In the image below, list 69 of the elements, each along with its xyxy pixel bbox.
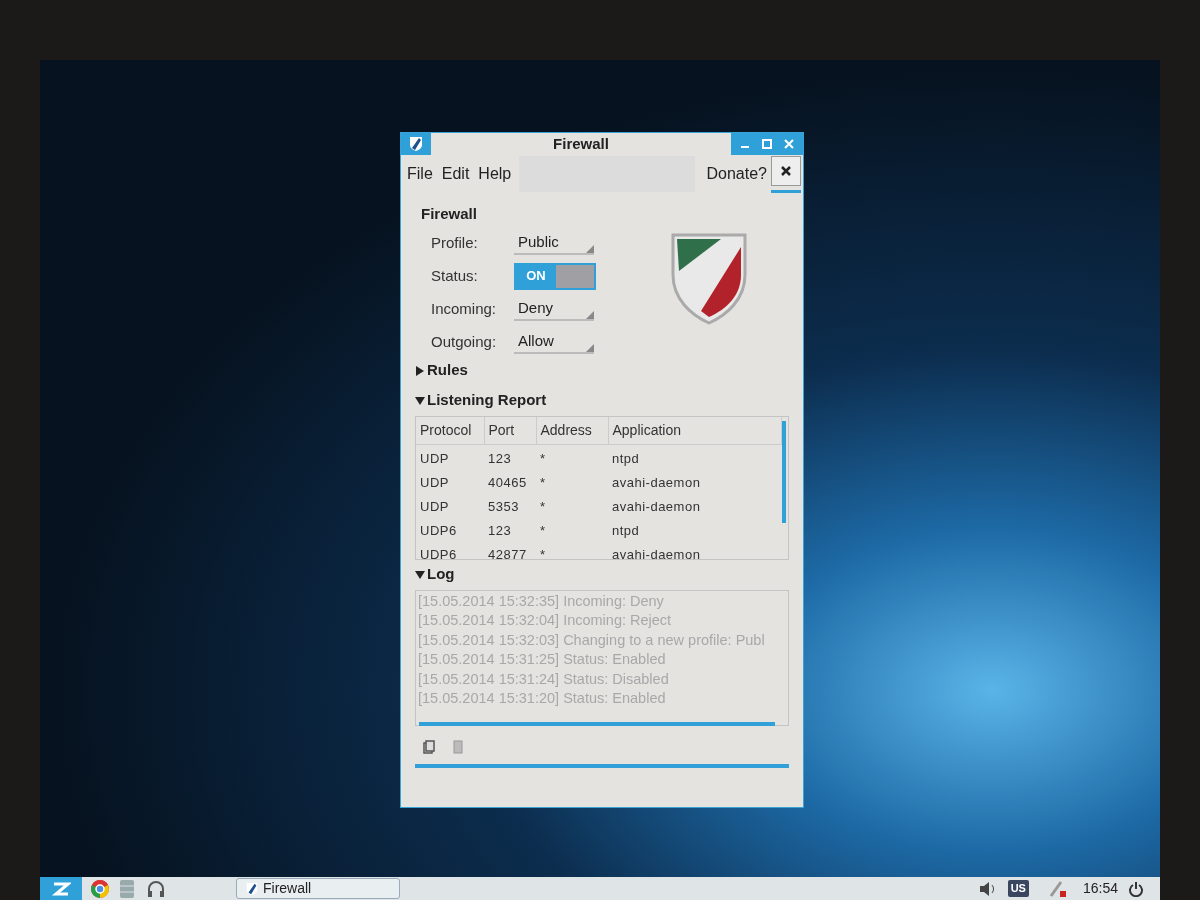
table-cell-text: 123 — [487, 521, 513, 540]
log-line: [15.05.2014 15:32:03] Changing to a new profile: Publ — [418, 630, 766, 650]
table-cell-text: 42877 — [487, 545, 528, 559]
column-header[interactable]: Port — [484, 416, 536, 445]
horizontal-scrollbar[interactable] — [419, 721, 775, 726]
app-icon — [245, 881, 259, 896]
table-cell: 123 — [484, 444, 536, 469]
table-cell-text: 40465 — [487, 473, 528, 492]
table-cell: * — [536, 444, 608, 469]
start-menu-icon[interactable] — [40, 877, 82, 900]
field-label: Outgoing: — [430, 331, 498, 352]
headphones-icon[interactable] — [146, 878, 166, 899]
section-toggle[interactable]: Log — [415, 559, 789, 590]
close-icon[interactable] — [783, 138, 795, 150]
table-cell-text: 5353 — [487, 497, 520, 516]
dropdown[interactable]: Allow — [514, 330, 594, 354]
maximize-icon[interactable] — [761, 138, 773, 150]
section-toggle[interactable]: Rules — [415, 355, 789, 386]
table-cell-text: UDP6 — [419, 521, 458, 540]
storage-icon[interactable] — [118, 878, 136, 899]
table-cell-text: avahi-daemon — [611, 497, 702, 516]
table-cell-text: * — [539, 497, 547, 516]
triangle-right-icon — [415, 365, 425, 376]
column-header[interactable]: Address — [536, 416, 608, 445]
clock: 16:54 — [1082, 879, 1118, 898]
menu-item[interactable]: File — [407, 162, 433, 186]
horizontal-scrollbar[interactable] — [415, 763, 789, 768]
table-cell-text: avahi-daemon — [611, 473, 702, 492]
dropdown[interactable]: Deny — [514, 297, 594, 321]
menu-item[interactable]: Help — [478, 162, 512, 186]
table-cell: ntpd — [608, 444, 782, 469]
dropdown-corner-icon — [586, 311, 594, 319]
taskbar-window-button[interactable]: Firewall — [236, 878, 400, 899]
column-header[interactable]: Protocol — [416, 416, 484, 445]
window-title: Firewall — [552, 133, 610, 154]
donate-link[interactable]: Donate? — [706, 162, 767, 186]
dropdown-corner-icon — [586, 344, 594, 352]
section-heading: Firewall — [421, 204, 478, 224]
section-toggle[interactable]: Listening Report — [415, 385, 789, 416]
log-line: [15.05.2014 15:31:20] Status: Enabled — [418, 689, 667, 709]
power-icon[interactable] — [1128, 880, 1144, 897]
table-cell-text: UDP — [419, 473, 450, 492]
table-cell-text: * — [539, 545, 547, 559]
log-line: [15.05.2014 15:31:25] Status: Enabled — [418, 650, 667, 670]
scrollbar[interactable] — [782, 420, 786, 523]
table-cell-text: avahi-daemon — [611, 545, 702, 559]
close-icon — [780, 164, 792, 177]
table-cell-text: * — [539, 473, 547, 492]
copy-icon[interactable] — [423, 739, 435, 754]
column-header[interactable]: Application — [608, 416, 782, 445]
dropdown-corner-icon — [586, 245, 594, 253]
table-cell-text: * — [539, 521, 547, 540]
close-button[interactable] — [771, 155, 801, 186]
dropdown[interactable]: Public — [514, 231, 594, 255]
field-label: Profile: — [430, 232, 479, 253]
table-cell-text: UDP6 — [419, 545, 458, 559]
field-label: Incoming: — [430, 298, 498, 319]
log-line: [15.05.2014 15:32:04] Incoming: Reject — [418, 611, 673, 631]
log-line: [15.05.2014 15:32:35] Incoming: Deny — [418, 591, 665, 611]
menu-item[interactable]: Edit — [441, 162, 470, 186]
field-label: Status: — [430, 265, 479, 286]
keyboard-layout-indicator[interactable]: US — [1007, 880, 1029, 897]
table-cell: UDP — [416, 444, 484, 469]
table-cell-text: UDP — [419, 497, 450, 516]
table-cell-text: ntpd — [611, 521, 641, 540]
log-line: [15.05.2014 15:31:24] Status: Disabled — [418, 669, 670, 689]
triangle-down-icon — [415, 395, 425, 406]
browser-icon[interactable] — [90, 878, 110, 899]
triangle-down-icon — [415, 569, 425, 580]
